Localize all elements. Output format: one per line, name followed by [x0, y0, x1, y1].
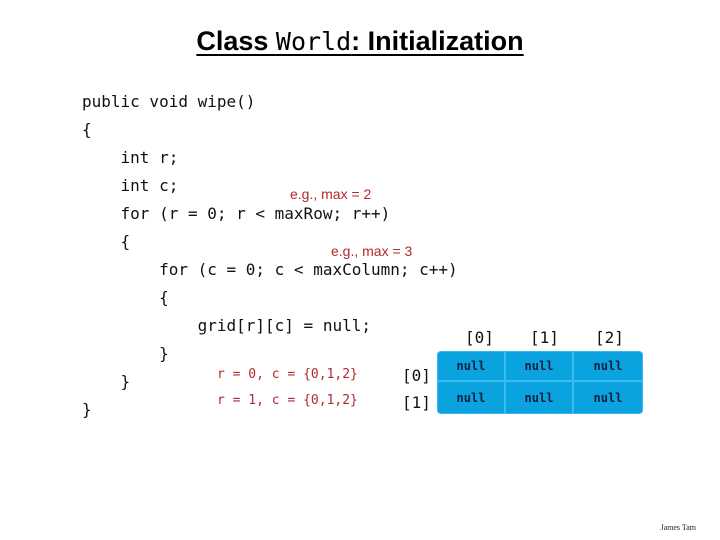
max-row-note: e.g., max = 2 [290, 186, 372, 202]
grid-cell: null [506, 352, 574, 382]
column-header-1: [1] [530, 328, 559, 347]
code-line-10: } [82, 344, 169, 363]
code-line-2: { [82, 120, 92, 139]
code-line-12: } [82, 400, 92, 419]
row-header-0: [0] [402, 366, 431, 385]
code-line-5: for (r = 0; r < maxRow; r++) [82, 204, 391, 223]
code-line-11: } [82, 372, 131, 391]
code-line-9: grid[r][c] = null; [82, 316, 371, 335]
code-line-3: int r; [82, 148, 179, 167]
grid-cell: null [574, 352, 642, 382]
code-line-7: for (c = 0; c < maxColumn; c++) [82, 260, 458, 279]
code-line-8: { [82, 288, 169, 307]
code-line-6: { [82, 232, 131, 251]
grid-cell: null [438, 352, 506, 382]
title-class-name: World [275, 27, 352, 56]
column-header-2: [2] [595, 328, 624, 347]
title-prefix: Class [196, 26, 276, 56]
column-header-0: [0] [465, 328, 494, 347]
iteration-note-row-1: r = 1, c = {0,1,2} [217, 393, 358, 408]
max-column-note: e.g., max = 3 [331, 243, 413, 259]
grid-cell: null [506, 382, 574, 413]
footer-author: James Tam [660, 523, 696, 532]
slide-title: Class World: Initialization [0, 26, 720, 57]
grid-cell: null [593, 390, 623, 405]
row-header-1: [1] [402, 393, 431, 412]
grid-cell: null [438, 382, 506, 413]
code-line-1: public void wipe() [82, 92, 256, 111]
title-suffix: : Initialization [351, 26, 524, 56]
code-line-4: int c; [82, 176, 179, 195]
iteration-note-row-0: r = 0, c = {0,1,2} [217, 367, 358, 382]
grid-array: null null null null null null [438, 352, 642, 413]
